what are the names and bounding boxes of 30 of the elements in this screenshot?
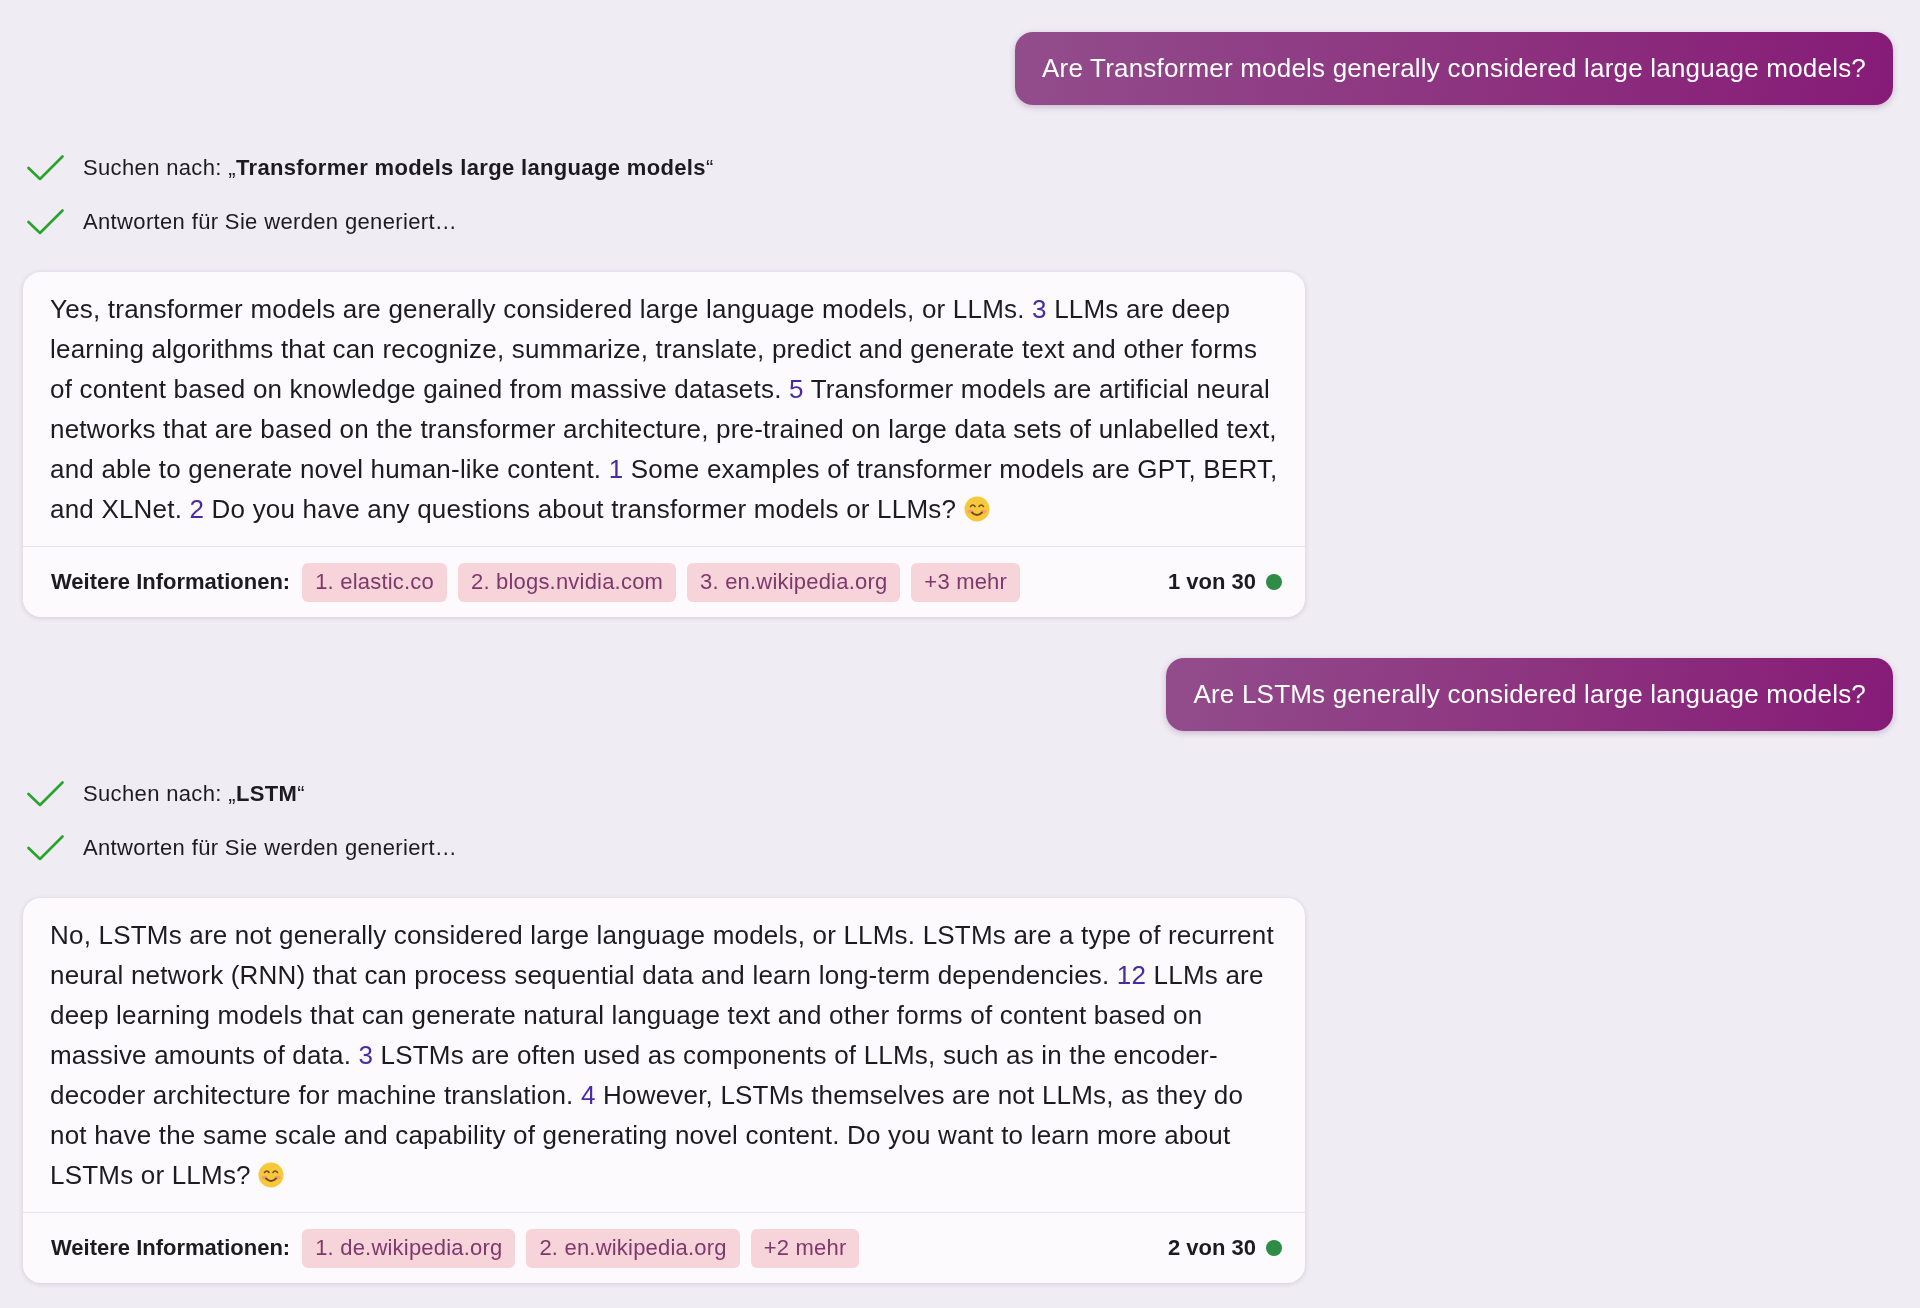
- citation-link[interactable]: 12: [1116, 960, 1147, 990]
- response-counter: 2 von 30: [1167, 1235, 1256, 1261]
- user-message: Are Transformer models generally considered large language models?: [1015, 32, 1893, 105]
- response-counter: 1 von 30: [1167, 569, 1256, 595]
- citation-link[interactable]: 4: [580, 1080, 596, 1110]
- status-text: Antworten für Sie werden generiert…: [83, 835, 458, 861]
- answer-text: Yes, transformer models are generally considered large language models, or LLMs. 3 LLMs are deep learning algorithms that can recognize, summarize, translate, predict and generate text and other forms of content based on knowledge gained from massive datasets. 5 Transformer models are artificial neural networks that are based on the transformer architecture, pre-trained on large data sets of unlabelled text, and able to generate novel human-like content. 1 Some examples of transformer models are GPT, BERT, and XLNet. 2 Do you have any questions about transformer models or LLMs?: [49, 293, 1279, 526]
- status-dot-icon: [1266, 1240, 1282, 1256]
- sources-label: Weitere Informationen:: [51, 569, 291, 595]
- source-link[interactable]: 2. blogs.nvidia.com: [457, 562, 677, 602]
- smiley-icon: [258, 1162, 285, 1188]
- source-link[interactable]: 2. en.wikipedia.org: [526, 1228, 740, 1268]
- status-text: Suchen nach: „LSTM“: [83, 781, 305, 807]
- status-dot-icon: [1266, 574, 1282, 590]
- source-link[interactable]: 3. en.wikipedia.org: [687, 562, 901, 602]
- source-link[interactable]: 1. elastic.co: [302, 562, 447, 602]
- citation-link[interactable]: 2: [189, 494, 205, 524]
- citation-link[interactable]: 3: [358, 1040, 374, 1070]
- source-link[interactable]: 1. de.wikipedia.org: [302, 1228, 516, 1268]
- citation-link[interactable]: 3: [1032, 294, 1047, 324]
- more-sources-button[interactable]: +2 mehr: [750, 1228, 860, 1268]
- smiley-icon: [963, 496, 990, 522]
- sources-label: Weitere Informationen:: [51, 1235, 291, 1261]
- more-sources-button[interactable]: +3 mehr: [911, 562, 1021, 602]
- citation-link[interactable]: 1: [608, 454, 624, 484]
- status-text: Antworten für Sie werden generiert…: [83, 209, 458, 235]
- citation-link[interactable]: 5: [789, 374, 804, 404]
- status-text: Suchen nach: „Transformer models large language models“: [83, 155, 714, 181]
- user-message: Are LSTMs generally considered large language models?: [1166, 658, 1893, 731]
- answer-text: No, LSTMs are not generally considered large language models, or LLMs. LSTMs are a type of recurrent neural network (RNN) that can process sequential data and learn long-term dependencies. 12 LLMs are deep learning models that can generate natural language text and other forms of content based on massive amounts of data. 3 LSTMs are often used as components of LLMs, such as in the encoder-decoder architecture for machine translation. 4 However, LSTMs themselves are not LLMs, as they do not have the same scale and capability of generating novel content. Do you want to learn more about LSTMs or LLMs?: [49, 919, 1275, 1192]
